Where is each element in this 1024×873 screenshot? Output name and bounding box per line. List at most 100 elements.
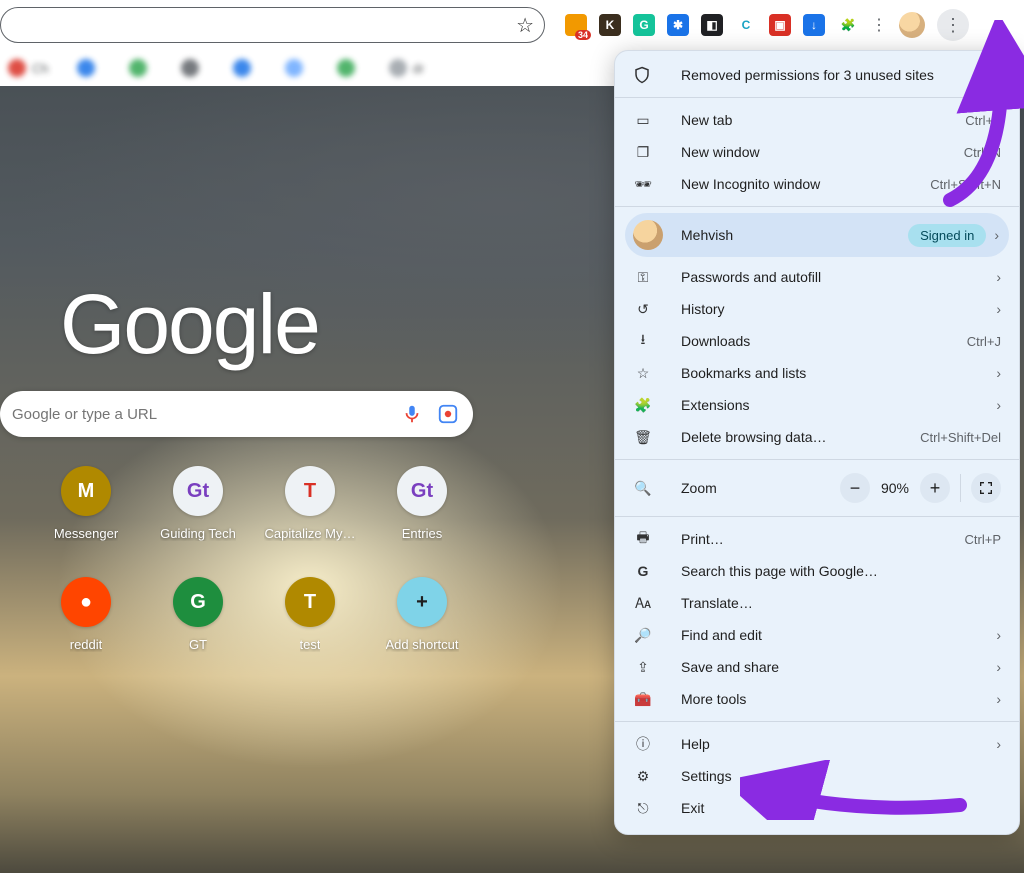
shortcut-label: Add shortcut: [386, 637, 459, 652]
shortcuts-grid: MMessengerGtGuiding TechTCapitalize My…G…: [30, 466, 478, 652]
google-g-icon: G: [633, 563, 653, 579]
zoom-out-button[interactable]: −: [840, 473, 870, 503]
menu-search-page[interactable]: G Search this page with Google…: [615, 555, 1019, 587]
bookmark-item[interactable]: [233, 59, 257, 77]
shortcut-reddit[interactable]: ●reddit: [30, 577, 142, 652]
bookmark-item[interactable]: [181, 59, 205, 77]
ext-grammarly-icon[interactable]: G: [633, 14, 655, 36]
search-input[interactable]: [12, 406, 387, 423]
menu-help[interactable]: ⓘ Help ›: [615, 728, 1019, 760]
menu-exit[interactable]: ⎋ Exit: [615, 792, 1019, 824]
history-icon: ↺: [633, 301, 653, 318]
menu-more-tools[interactable]: 🧰 More tools ›: [615, 683, 1019, 715]
removed-permissions-row[interactable]: Removed permissions for 3 unused sites: [615, 59, 1019, 91]
shortcut-label: Guiding Tech: [160, 526, 236, 541]
menu-delete-data[interactable]: 🗑 Delete browsing data… Ctrl+Shift+Del: [615, 421, 1019, 453]
kebab-menu-button[interactable]: ⋮: [937, 9, 969, 41]
favicon: [181, 59, 199, 77]
shortcut-capitalize-my-[interactable]: TCapitalize My…: [254, 466, 366, 541]
favicon: [77, 59, 95, 77]
menu-passwords[interactable]: ⚿ Passwords and autofill ›: [615, 261, 1019, 293]
fullscreen-button[interactable]: [971, 473, 1001, 503]
star-icon[interactable]: ☆: [516, 13, 534, 38]
menu-new-tab[interactable]: ▭ New tab Ctrl+T: [615, 104, 1019, 136]
shortcut-entries[interactable]: Gt Entries: [366, 466, 478, 541]
star-icon: ☆: [633, 365, 653, 382]
shortcut-icon: M: [61, 466, 111, 516]
shortcut-icon: Gt: [173, 466, 223, 516]
signed-in-pill: Signed in: [908, 224, 986, 247]
help-icon: ⓘ: [633, 734, 653, 754]
ext-red-icon[interactable]: ▣: [769, 14, 791, 36]
window-icon: ❐: [633, 144, 653, 161]
menu-save-share[interactable]: ⇪ Save and share ›: [615, 651, 1019, 683]
profile-avatar[interactable]: [899, 12, 925, 38]
chrome-menu: Removed permissions for 3 unused sites ▭…: [614, 50, 1020, 835]
menu-history[interactable]: ↺ History ›: [615, 293, 1019, 325]
key-icon: ⚿: [633, 269, 653, 286]
share-icon: ⇪: [633, 659, 653, 676]
menu-bookmarks[interactable]: ☆ Bookmarks and lists ›: [615, 357, 1019, 389]
menu-incognito[interactable]: 🕶 New Incognito window Ctrl+Shift+N: [615, 168, 1019, 200]
download-icon: ⭳: [633, 329, 653, 353]
ext-k-icon[interactable]: K: [599, 14, 621, 36]
menu-profile[interactable]: Mehvish Signed in ›: [625, 213, 1009, 257]
shortcut-icon: T: [285, 577, 335, 627]
shortcut-label: Entries: [402, 526, 442, 541]
menu-extensions[interactable]: 🧩 Extensions ›: [615, 389, 1019, 421]
chevron-right-icon: ›: [996, 365, 1001, 381]
bookmark-item[interactable]: [129, 59, 153, 77]
zoom-value: 90%: [870, 480, 920, 496]
menu-settings[interactable]: ⚙ Settings: [615, 760, 1019, 792]
bookmark-item[interactable]: [337, 59, 361, 77]
google-logo: Google: [60, 276, 319, 373]
shortcut-add-shortcut[interactable]: +Add shortcut: [366, 577, 478, 652]
bookmark-item[interactable]: Ch: [8, 59, 49, 77]
menu-new-window[interactable]: ❐ New window Ctrl+N: [615, 136, 1019, 168]
browser-toolbar: ☆ 34KG✱◧C▣↓🧩⋮⋮: [0, 0, 1024, 50]
print-icon: 🖶: [633, 527, 653, 551]
ext-dl-icon[interactable]: ↓: [803, 14, 825, 36]
chevron-right-icon: ›: [996, 269, 1001, 285]
favicon: [129, 59, 147, 77]
menu-downloads[interactable]: ⭳ Downloads Ctrl+J: [615, 325, 1019, 357]
shortcut-messenger[interactable]: M Messenger: [30, 466, 142, 541]
shortcut-icon: G: [173, 577, 223, 627]
chevron-right-icon: ›: [996, 659, 1001, 675]
shortcut-icon: Gt: [397, 466, 447, 516]
shortcut-label: GT: [189, 637, 207, 652]
bookmark-item[interactable]: dr: [389, 59, 425, 77]
zoom-icon: 🔍: [633, 480, 653, 497]
bookmark-item[interactable]: [77, 59, 101, 77]
ext-teal-icon[interactable]: C: [735, 14, 757, 36]
trash-icon: 🗑: [633, 429, 653, 446]
menu-print[interactable]: 🖶 Print… Ctrl+P: [615, 523, 1019, 555]
zoom-in-button[interactable]: +: [920, 473, 950, 503]
menu-find[interactable]: 🔎 Find and edit ›: [615, 619, 1019, 651]
avatar-icon: [633, 220, 663, 250]
shortcut-test[interactable]: Ttest: [254, 577, 366, 652]
shortcut-guiding-tech[interactable]: Gt Guiding Tech: [142, 466, 254, 541]
omnibox[interactable]: ☆: [0, 7, 545, 43]
toolbox-icon: 🧰: [633, 691, 653, 708]
ext-box-icon[interactable]: ◧: [701, 14, 723, 36]
ext-blue1-icon[interactable]: ✱: [667, 14, 689, 36]
shortcut-icon: ●: [61, 577, 111, 627]
chevron-right-icon: ›: [996, 397, 1001, 413]
extensions-puzzle-icon[interactable]: 🧩: [837, 14, 859, 36]
mic-icon[interactable]: [401, 403, 423, 425]
search-bar[interactable]: [0, 391, 473, 437]
bookmark-item[interactable]: [285, 59, 309, 77]
incognito-icon: 🕶: [633, 176, 653, 193]
shortcut-label: Messenger: [54, 526, 118, 541]
gear-icon: ⚙: [633, 768, 653, 785]
lens-icon[interactable]: [437, 403, 459, 425]
ext-orange-icon[interactable]: 34: [565, 14, 587, 36]
chevron-right-icon: ›: [996, 691, 1001, 707]
bookmark-label: dr: [413, 61, 425, 76]
menu-zoom: 🔍 Zoom − 90% +: [615, 466, 1019, 510]
shortcut-gt[interactable]: G GT: [142, 577, 254, 652]
favicon: [233, 59, 251, 77]
shortcut-icon: T: [285, 466, 335, 516]
menu-translate[interactable]: 🗛 Translate…: [615, 587, 1019, 619]
